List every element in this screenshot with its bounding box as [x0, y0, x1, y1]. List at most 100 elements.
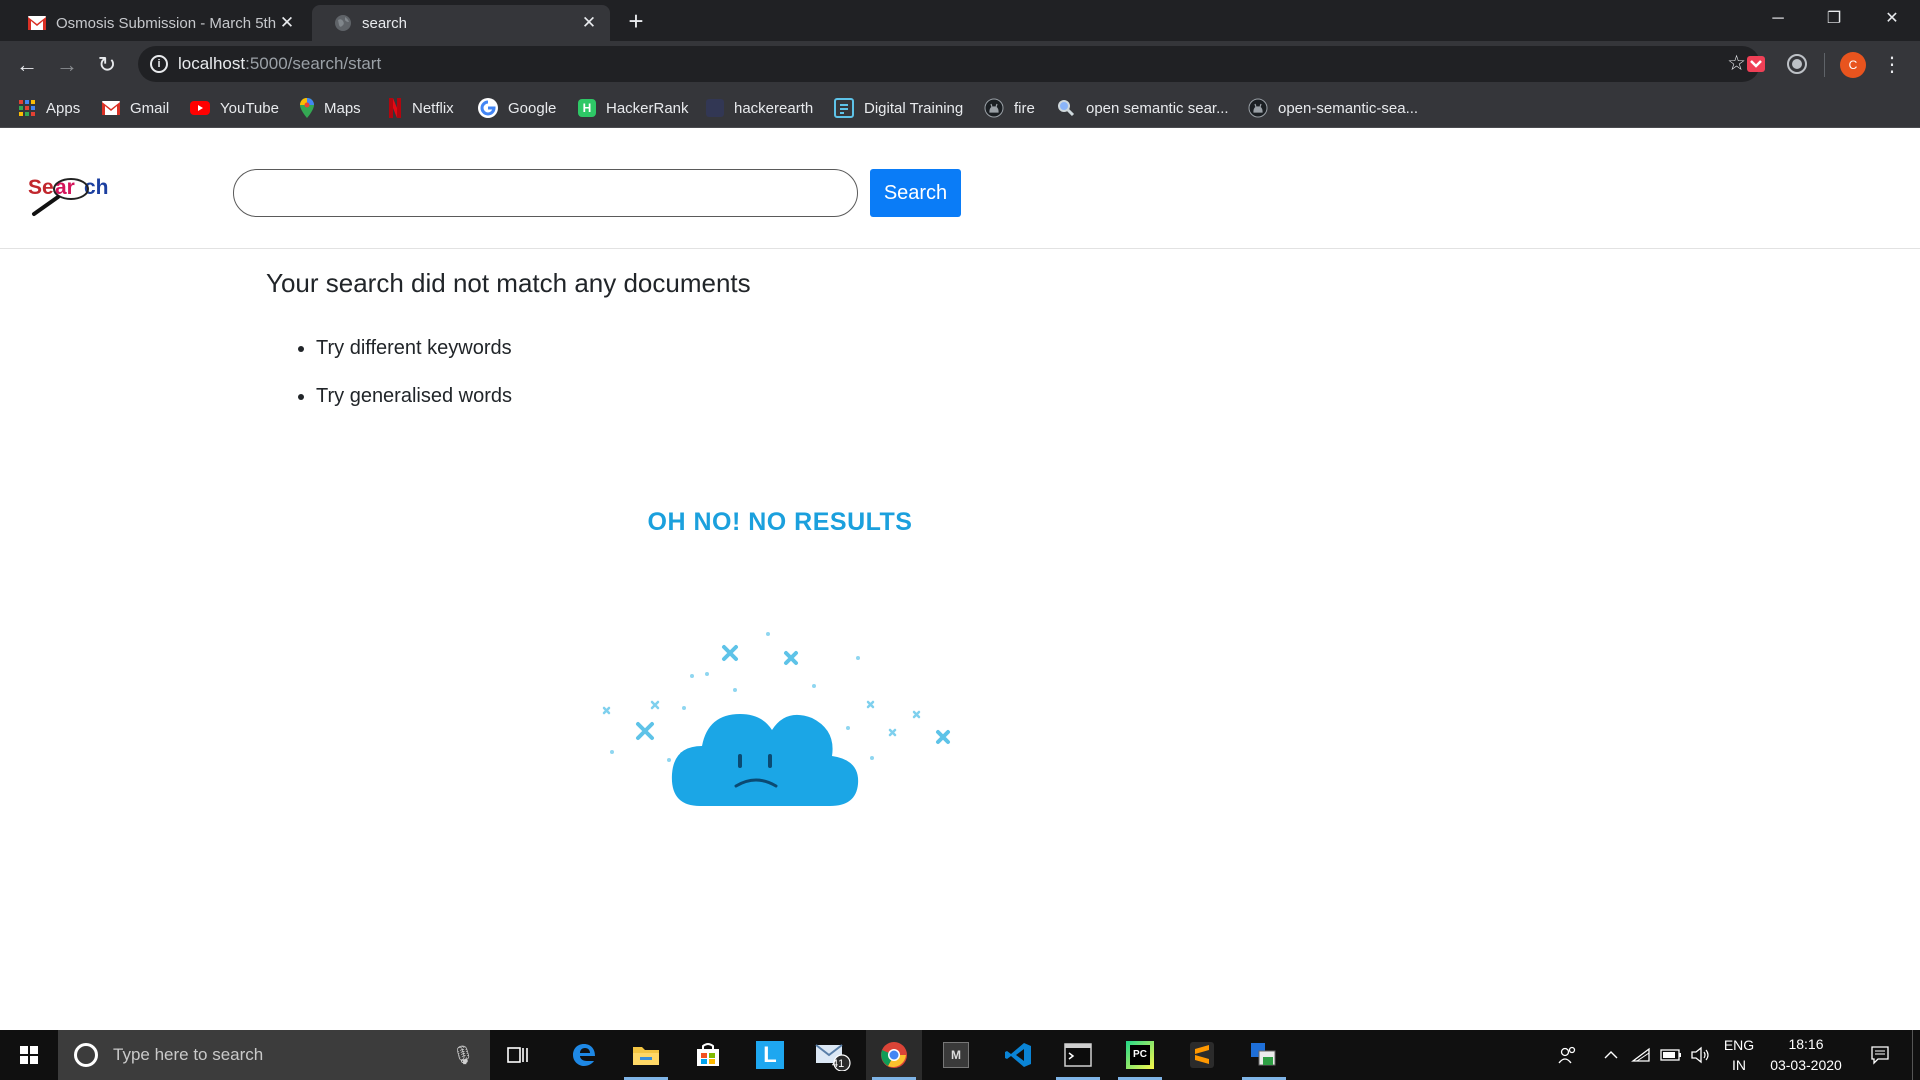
bookmark-label: Netflix [412, 99, 454, 117]
l-app-icon[interactable]: L [742, 1030, 798, 1080]
maps-pin-icon [300, 98, 314, 118]
vscode-icon[interactable] [990, 1030, 1046, 1080]
bookmark-open-semantic-search-1[interactable]: open semantic sear... [1056, 97, 1229, 119]
bookmark-netflix[interactable]: Netflix [388, 97, 454, 119]
sublime-text-icon[interactable] [1174, 1030, 1230, 1080]
terminal-icon[interactable] [1050, 1030, 1106, 1080]
people-icon[interactable] [1550, 1030, 1584, 1080]
sad-cloud-icon [602, 632, 950, 806]
gmail-icon [102, 101, 120, 115]
hackerearth-icon [706, 99, 724, 117]
search-button[interactable]: Search [870, 169, 961, 217]
netflix-icon [389, 98, 401, 118]
bookmark-fire[interactable]: fire [984, 97, 1035, 119]
no-results-message: Your search did not match any documents [266, 268, 751, 298]
bookmark-gmail[interactable]: Gmail [102, 97, 169, 119]
close-tab-icon[interactable]: ✕ [276, 12, 298, 34]
windows-start-icon[interactable] [0, 1030, 58, 1080]
suggestions-list: Try different keywords Try generalised w… [316, 336, 512, 432]
svg-text:Se: Se [28, 176, 54, 199]
bookmark-hackerearth[interactable]: hackerearth [706, 97, 813, 119]
page-content: Se ar ch Search Your search did not matc… [0, 128, 1920, 1030]
bookmark-apps[interactable]: Apps [18, 97, 80, 119]
forward-button[interactable]: → [52, 50, 82, 80]
bookmark-label: Google [508, 99, 557, 117]
bookmark-label: Apps [46, 99, 81, 117]
url-path: :5000/search/start [245, 54, 382, 73]
browser-toolbar: ← → ↻ i localhost:5000/search/start ☆ [0, 41, 1920, 88]
digital-training-icon [834, 98, 854, 118]
dark-app-icon[interactable]: M [928, 1030, 984, 1080]
chrome-icon[interactable] [866, 1030, 922, 1080]
tab-title: Osmosis Submission - March 5th [56, 14, 276, 32]
language-indicator[interactable]: ENG IN [1718, 1030, 1760, 1080]
chevron-up-icon[interactable] [1598, 1030, 1624, 1080]
search-logo[interactable]: Se ar ch [26, 172, 138, 220]
battery-icon[interactable] [1658, 1030, 1684, 1080]
bookmark-label: fire [1014, 99, 1035, 117]
notification-center-icon[interactable] [1862, 1030, 1898, 1080]
bookmark-label: HackerRank [606, 99, 689, 117]
microsoft-store-icon[interactable] [680, 1030, 736, 1080]
wifi-icon[interactable] [1628, 1030, 1654, 1080]
utility-app-icon[interactable] [1236, 1030, 1292, 1080]
back-button[interactable]: ← [12, 50, 42, 80]
bookmark-label: open-semantic-sea... [1278, 99, 1419, 117]
bookmarks-bar: Apps Gmail YouTube Maps Netflix Google H… [0, 88, 1920, 128]
hackerrank-icon: H [578, 99, 596, 117]
taskbar-search-box[interactable]: Type here to search 🎙 [58, 1030, 490, 1080]
tab-strip: Osmosis Submission - March 5th ✕ search … [0, 0, 1920, 41]
address-bar[interactable]: i localhost:5000/search/start ☆ [138, 46, 1760, 82]
github-icon [1248, 98, 1268, 118]
clock[interactable]: 18:16 03-03-2020 [1764, 1030, 1848, 1080]
bookmark-google[interactable]: Google [478, 97, 556, 119]
bookmark-label: hackerearth [734, 99, 814, 117]
clock-time: 18:16 [1788, 1036, 1824, 1052]
region-code: IN [1732, 1057, 1746, 1073]
edge-icon[interactable] [556, 1030, 612, 1080]
bookmark-label: Gmail [130, 99, 170, 117]
search-input[interactable] [233, 169, 858, 217]
restore-button[interactable]: ❐ [1806, 0, 1862, 38]
tab-search[interactable]: search ✕ [312, 5, 610, 41]
bookmark-youtube[interactable]: YouTube [190, 97, 279, 119]
url-text[interactable]: localhost:5000/search/start [178, 46, 381, 82]
close-tab-icon[interactable]: ✕ [578, 12, 600, 34]
bookmark-digital-training[interactable]: Digital Training [834, 97, 963, 119]
no-results-title: OH NO! NO RESULTS [647, 508, 913, 536]
microphone-icon[interactable]: 🎙 [448, 1045, 478, 1066]
taskbar-search-placeholder: Type here to search [113, 1045, 264, 1064]
cortana-icon [74, 1043, 98, 1067]
google-icon [478, 98, 498, 118]
pycharm-icon[interactable]: PC [1112, 1030, 1168, 1080]
site-info-icon[interactable]: i [150, 55, 168, 73]
suggestion-item: Try generalised words [316, 384, 512, 432]
no-results-illustration: OH NO! NO RESULTS [590, 508, 970, 868]
tab-osmosis-submission[interactable]: Osmosis Submission - March 5th ✕ [6, 5, 308, 41]
language-code: ENG [1723, 1037, 1755, 1053]
bookmark-maps[interactable]: Maps [300, 97, 361, 119]
clock-date: 03-03-2020 [1770, 1057, 1842, 1073]
task-view-icon[interactable] [490, 1030, 546, 1080]
windows-taskbar: Type here to search 🎙 L 41 M PC ENG IN 1… [0, 1030, 1920, 1080]
mail-icon[interactable]: 41 [804, 1030, 860, 1080]
file-explorer-icon[interactable] [618, 1030, 674, 1080]
show-desktop-button[interactable] [1912, 1030, 1920, 1080]
reload-button[interactable]: ↻ [92, 50, 122, 80]
mail-badge: 41 [832, 1058, 845, 1070]
minimize-button[interactable]: ─ [1750, 0, 1806, 38]
extension-circle-icon[interactable] [1786, 53, 1808, 75]
bookmark-star-icon[interactable]: ☆ [1727, 46, 1746, 82]
bookmark-open-semantic-search-2[interactable]: open-semantic-sea... [1248, 97, 1418, 119]
profile-avatar[interactable]: C [1840, 52, 1866, 78]
bookmark-hackerrank[interactable]: H HackerRank [578, 97, 689, 119]
bookmark-label: Digital Training [864, 99, 964, 117]
close-window-button[interactable]: ✕ [1864, 0, 1920, 38]
new-tab-button[interactable]: + [622, 8, 650, 36]
toolbar-divider [1824, 53, 1825, 77]
volume-icon[interactable] [1688, 1030, 1714, 1080]
pocket-extension-icon[interactable] [1745, 53, 1767, 75]
bookmark-label: YouTube [220, 99, 279, 117]
url-host: localhost [178, 54, 246, 73]
chrome-menu-icon[interactable]: ⋮ [1882, 49, 1902, 81]
